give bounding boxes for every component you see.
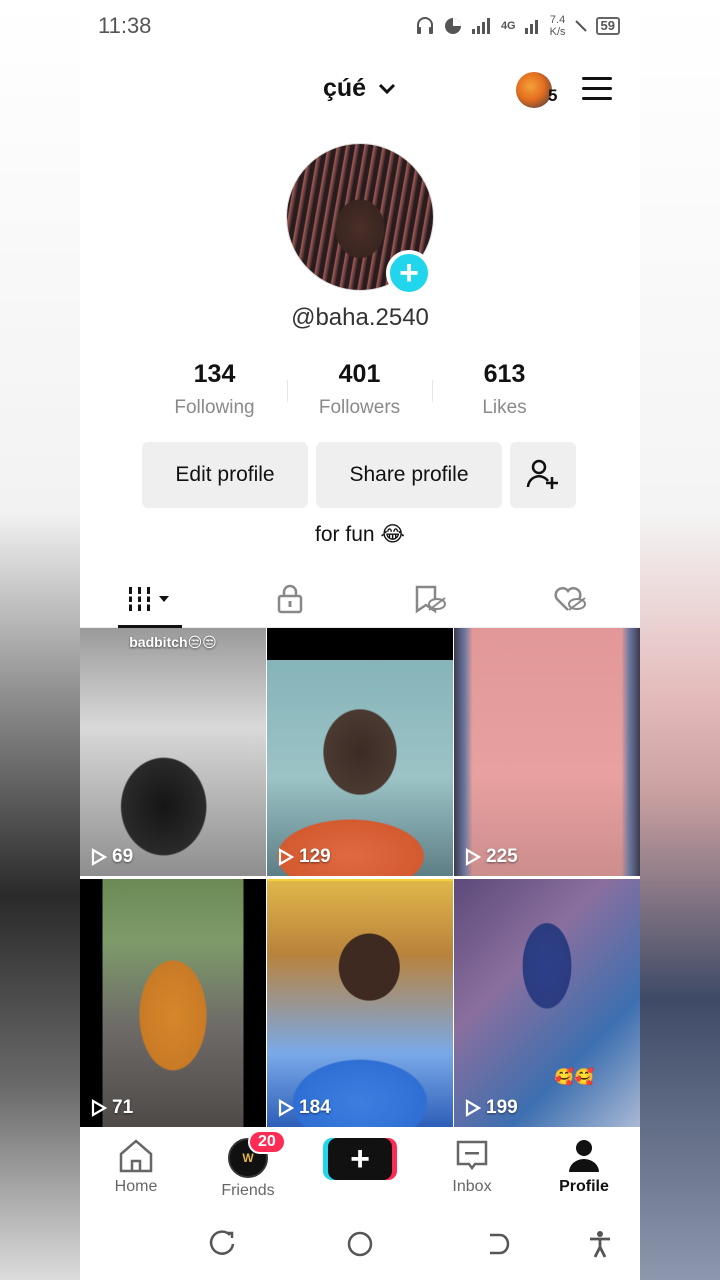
lock-icon [277, 584, 303, 613]
nav-friends[interactable]: W 20 Friends [192, 1128, 304, 1204]
stories-count: 5 [548, 86, 558, 105]
edit-profile-button[interactable]: Edit profile [142, 442, 308, 508]
system-navigation-bar [80, 1204, 640, 1280]
profile-actions: Edit profile Share profile [142, 442, 576, 510]
video-tile[interactable]: 71 [80, 879, 266, 1127]
network-type: 4G [500, 20, 516, 32]
tab-videos[interactable] [80, 570, 220, 628]
grid-icon [127, 586, 169, 611]
video-tile[interactable]: 🥰🥰 199 [454, 879, 640, 1127]
view-count: 129 [277, 846, 331, 868]
play-icon [278, 848, 295, 866]
play-icon [91, 1099, 108, 1117]
hidden-heart-icon [554, 586, 586, 611]
hidden-bookmark-icon [415, 585, 446, 613]
play-icon [91, 848, 108, 866]
friends-notification-badge: 20 [248, 1130, 286, 1154]
play-icon [465, 848, 482, 866]
stat-following[interactable]: 134 Following [142, 360, 287, 426]
background-blur-right [640, 0, 720, 1280]
data-usage-icon [444, 18, 461, 34]
home-circle-icon[interactable] [346, 1230, 374, 1258]
tab-liked[interactable] [500, 570, 640, 627]
view-count: 184 [277, 1097, 331, 1119]
home-icon [119, 1139, 153, 1173]
video-tile[interactable]: 184 [267, 879, 453, 1127]
view-count: 199 [464, 1097, 518, 1119]
nav-label: Friends [221, 1182, 275, 1199]
profile-stats: 134 Following 401 Followers 613 Likes [142, 360, 578, 426]
play-icon [278, 1099, 295, 1117]
add-user-icon [526, 459, 558, 489]
account-name: çúé [322, 74, 367, 102]
back-icon[interactable] [482, 1230, 510, 1258]
stat-value: 401 [338, 360, 381, 388]
nav-create[interactable]: + [304, 1128, 416, 1204]
nav-profile[interactable]: Profile [528, 1128, 640, 1204]
view-count: 225 [464, 846, 518, 868]
signal-icon [471, 18, 490, 34]
nav-label: Inbox [452, 1178, 492, 1195]
app-screen: 11:38 4G 7.4 K/s 59 çúé 5 + @baha.2540 1… [80, 0, 640, 1280]
video-tile[interactable]: badbitch😒😒 69 [80, 628, 266, 876]
play-icon [465, 1099, 482, 1117]
stat-likes[interactable]: 613 Likes [432, 360, 577, 426]
hamburger-menu-icon[interactable] [582, 77, 612, 103]
profile-header: çúé 5 [80, 64, 640, 120]
stat-value: 134 [193, 360, 236, 388]
stat-label: Following [174, 397, 255, 418]
signal-icon-2 [524, 20, 538, 34]
video-grid: badbitch😒😒 69 129 225 71 184 🥰🥰 199 [80, 628, 640, 1128]
nav-inbox[interactable]: Inbox [416, 1128, 528, 1204]
stories-avatar[interactable] [516, 72, 552, 108]
content-tabs [80, 570, 640, 628]
view-count: 69 [90, 846, 133, 868]
stat-label: Likes [482, 397, 527, 418]
recent-apps-icon[interactable] [208, 1230, 236, 1258]
nav-label: Home [114, 1178, 158, 1195]
add-friends-button[interactable] [510, 442, 576, 508]
bottom-navigation: Home W 20 Friends + Inbox Profile [80, 1128, 640, 1204]
status-time: 11:38 [98, 13, 152, 38]
stat-followers[interactable]: 401 Followers [287, 360, 432, 426]
stat-value: 613 [483, 360, 526, 388]
status-bar: 11:38 4G 7.4 K/s 59 [80, 0, 640, 52]
video-tile[interactable]: 129 [267, 628, 453, 876]
profile-handle: @baha.2540 [291, 304, 429, 331]
video-sticker: 🥰🥰 [554, 1069, 594, 1086]
add-story-plus-icon[interactable]: + [386, 250, 432, 296]
tab-saved[interactable] [360, 570, 500, 627]
view-count: 71 [90, 1097, 133, 1119]
tab-private[interactable] [220, 570, 360, 627]
wifi-off-icon [574, 20, 587, 32]
chevron-down-icon [378, 84, 396, 95]
background-blur-left [0, 0, 80, 1280]
accessibility-icon[interactable] [586, 1230, 614, 1258]
create-plus-icon: + [328, 1138, 392, 1180]
nav-home[interactable]: Home [80, 1128, 192, 1204]
profile-bio: for fun 😂 [315, 523, 405, 546]
battery-indicator: 59 [595, 17, 620, 35]
video-caption: badbitch😒😒 [129, 634, 217, 650]
network-speed: 7.4 K/s [549, 14, 566, 38]
profile-person-icon [569, 1140, 599, 1172]
nav-label: Profile [559, 1178, 609, 1195]
stat-label: Followers [318, 397, 401, 418]
video-tile[interactable]: 225 [454, 628, 640, 876]
inbox-icon [456, 1140, 488, 1171]
status-icons: 4G 7.4 K/s 59 [415, 14, 620, 38]
share-profile-button[interactable]: Share profile [316, 442, 502, 508]
headphones-icon [416, 17, 433, 34]
